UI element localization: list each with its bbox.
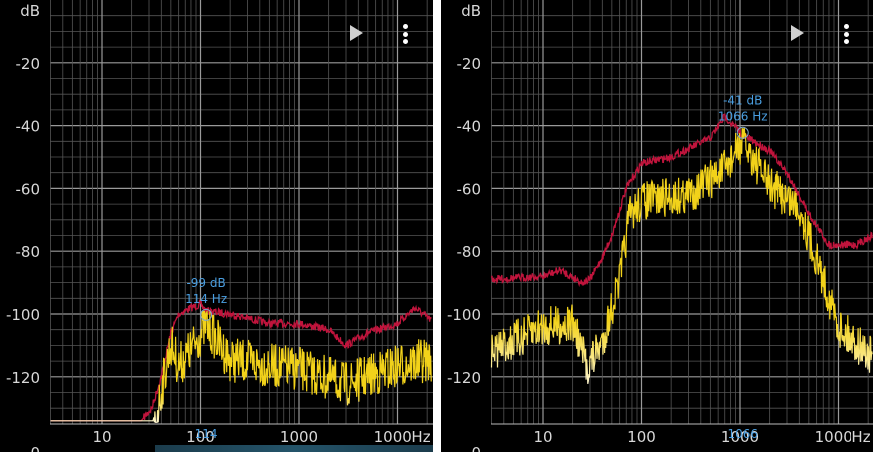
peak-freq-axis-label: 1066 — [727, 427, 758, 441]
y-tick-label: -80 — [16, 243, 41, 261]
peak-hz-label: 114 Hz — [185, 292, 227, 306]
y-tick-label: -60 — [457, 180, 482, 198]
peak-db-label: -41 dB — [723, 94, 762, 108]
y-tick-label: -40 — [457, 118, 482, 136]
y-bottom-label: 0 — [30, 444, 40, 452]
y-tick-label: -120 — [447, 369, 481, 387]
y-tick-label: -60 — [16, 180, 41, 198]
spectrum-chart-right[interactable]: dB-20-40-60-80-100-120010100100010000Hz-… — [441, 0, 873, 452]
y-unit-label: dB — [461, 2, 481, 20]
play-icon[interactable] — [350, 25, 363, 41]
x-tick-label: 100 — [627, 428, 656, 446]
y-tick-label: -100 — [447, 306, 481, 324]
play-icon[interactable] — [791, 25, 804, 41]
y-tick-label: -20 — [457, 55, 482, 73]
x-tick-label: 1000 — [280, 428, 318, 446]
peak-freq-axis-label: 114 — [195, 427, 218, 441]
y-tick-label: -20 — [16, 55, 41, 73]
peak-hold-trace — [490, 113, 873, 288]
x-unit-label: Hz — [851, 428, 870, 446]
more-vertical-icon[interactable] — [403, 24, 409, 44]
y-bottom-label: 0 — [471, 444, 481, 452]
y-tick-label: -80 — [457, 243, 482, 261]
peak-hz-label: 1066 Hz — [718, 110, 768, 124]
bottom-strip — [155, 445, 433, 452]
spectrum-panel-right: dB-20-40-60-80-100-120010100100010000Hz-… — [441, 0, 873, 452]
spectrum-chart-left[interactable]: dB-20-40-60-80-100-120010100100010000Hz-… — [0, 0, 433, 452]
more-vertical-icon[interactable] — [844, 24, 850, 44]
y-unit-label: dB — [20, 2, 40, 20]
x-tick-label: 10 — [533, 428, 552, 446]
spectrum-panel-left: dB-20-40-60-80-100-120010100100010000Hz-… — [0, 0, 433, 452]
x-unit-label: Hz — [411, 428, 430, 446]
x-tick-label: 10 — [92, 428, 111, 446]
y-tick-label: -40 — [16, 118, 41, 136]
y-tick-label: -100 — [6, 306, 40, 324]
y-tick-label: -120 — [6, 369, 40, 387]
peak-db-label: -99 dB — [186, 276, 225, 290]
